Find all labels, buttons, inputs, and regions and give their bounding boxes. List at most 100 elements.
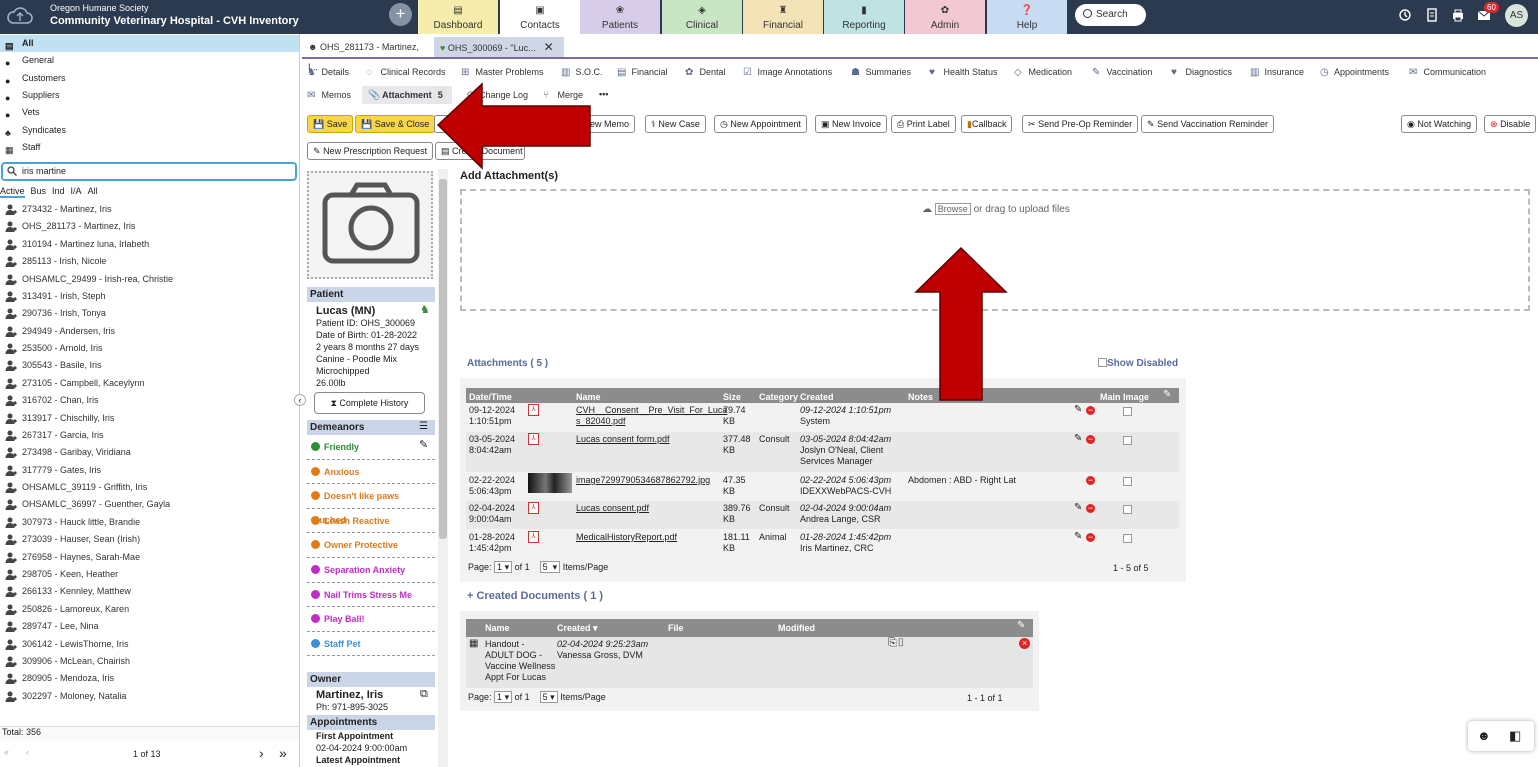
history-icon[interactable]	[1398, 8, 1412, 22]
demeanor-nail-trims-stress-me[interactable]: Nail Trims Stress Me	[307, 583, 435, 608]
list-item[interactable]: 302297 - Moloney, Natalia	[0, 688, 299, 705]
list-item[interactable]: 273498 - Garibay, Viridiana	[0, 444, 299, 461]
nav-tab-patients[interactable]: ❀ Patients	[580, 0, 660, 34]
demeanor-play-ball-[interactable]: Play Ball!	[307, 607, 435, 632]
subnav-image-annotations[interactable]: ☑ Image Annotations	[743, 65, 832, 79]
pdf-file-icon[interactable]: ⎘▯	[888, 637, 905, 650]
list-item[interactable]: 266133 - Kennley, Matthew	[0, 583, 299, 600]
nav-tab-financial[interactable]: ♜ Financial	[743, 0, 823, 34]
list-item[interactable]: 250826 - Lamoreux, Karen	[0, 601, 299, 618]
subnav-clinical-records[interactable]: ◌ Clinical Records	[366, 65, 446, 79]
list-item[interactable]: 310194 - Martinez luna, Irlabeth	[0, 236, 299, 253]
cloud-logo-icon[interactable]	[6, 5, 34, 27]
list-item[interactable]: OHS_281173 - Martinez, Iris	[0, 218, 299, 235]
delete-icon[interactable]: −	[1086, 435, 1095, 444]
subnav-memos[interactable]: ✉ Memos	[307, 88, 351, 102]
subnav-financial[interactable]: ▤ Financial	[617, 65, 668, 79]
list-item[interactable]: 309906 - McLean, Chairish	[0, 653, 299, 670]
list-item[interactable]: OHSAMLC_39119 - Griffith, Iris	[0, 479, 299, 496]
delete-icon[interactable]: −	[1086, 476, 1095, 485]
attachment-link[interactable]: Lucas consent form.pdf	[576, 434, 670, 445]
col-created[interactable]: Created ▾	[557, 619, 598, 637]
list-item[interactable]: 280905 - Mendoza, Iris	[0, 670, 299, 687]
list-item[interactable]: 307973 - Hauck little, Brandie	[0, 514, 299, 531]
edit-columns-icon[interactable]: ✎	[1017, 620, 1025, 631]
created-documents-toggle[interactable]: + Created Documents ( 1 )	[467, 590, 603, 602]
edit-icon[interactable]: ✎	[1074, 433, 1082, 444]
xray-thumbnail[interactable]	[528, 473, 572, 493]
list-item[interactable]: 313491 - Irish, Steph	[0, 288, 299, 305]
main-image-checkbox[interactable]	[1123, 436, 1132, 445]
record-tab-patient[interactable]: ♥ OHS_300069 - "Luc... ✕	[434, 37, 564, 57]
delete-icon[interactable]: −	[1086, 406, 1095, 415]
show-disabled-toggle[interactable]: Show Disabled	[1098, 358, 1178, 369]
created-docs-perpage-select[interactable]: 5 ▾	[539, 691, 558, 703]
demeanor-anxious[interactable]: Anxious	[307, 460, 435, 485]
attachment-link[interactable]: image7299790534687862792.jpg	[576, 475, 710, 486]
last-page-icon[interactable]: »	[279, 745, 287, 761]
callback-button[interactable]: ▮Callback	[961, 115, 1013, 133]
list-item[interactable]: 273432 - Martinez, Iris	[0, 201, 299, 218]
new-prescription-request-button[interactable]: ✎ New Prescription Request	[307, 142, 434, 160]
category-staff[interactable]: ▦ Staff	[0, 139, 299, 156]
list-icon[interactable]: ☰	[419, 421, 428, 432]
list-item[interactable]: 290736 - Irish, Tonya	[0, 305, 299, 322]
panel-toggle-icon[interactable]: ◧	[1509, 728, 1521, 744]
category-suppliers[interactable]: ● Suppliers	[0, 87, 299, 104]
user-avatar[interactable]: AS	[1505, 4, 1528, 27]
browse-button[interactable]: Browse	[934, 203, 971, 215]
list-item[interactable]: 285113 - Irish, Nicole	[0, 253, 299, 270]
filter-active[interactable]: Active	[0, 186, 25, 198]
list-item[interactable]: 289747 - Lee, Nina	[0, 618, 299, 635]
attachment-link[interactable]: MedicalHistoryReport.pdf	[576, 532, 677, 543]
nav-tab-reporting[interactable]: ▮ Reporting	[824, 0, 904, 34]
nav-tab-admin[interactable]: ✿ Admin	[905, 0, 985, 34]
new-appointment-button[interactable]: ◷ New Appointment	[714, 115, 807, 133]
delete-icon[interactable]: −	[1086, 504, 1095, 513]
filter-ind[interactable]: Ind	[52, 186, 65, 196]
list-item[interactable]: OHSAMLC_36997 - Guenther, Gayla	[0, 496, 299, 513]
main-image-checkbox[interactable]	[1123, 534, 1132, 543]
attachment-link[interactable]: Lucas consent.pdf	[576, 503, 649, 514]
subnav-appointments[interactable]: ◷ Appointments	[1320, 65, 1389, 79]
subnav-vaccination[interactable]: ✎ Vaccination	[1092, 65, 1152, 79]
main-image-checkbox[interactable]	[1123, 407, 1132, 416]
category-customers[interactable]: ● Customers	[0, 70, 299, 87]
close-icon[interactable]: ✕	[544, 40, 554, 54]
list-item[interactable]: 298705 - Keen, Heather	[0, 566, 299, 583]
edit-icon[interactable]: ✎	[1074, 404, 1082, 415]
first-page-icon[interactable]: «	[4, 747, 9, 757]
patient-panel-scrollbar[interactable]	[438, 169, 448, 767]
list-item[interactable]: 316702 - Chan, Iris	[0, 392, 299, 409]
demeanor-doesn-t-like-paws-touched[interactable]: Doesn't like paws touched	[307, 484, 435, 525]
subnav-communication[interactable]: ✉ Communication	[1409, 65, 1486, 79]
save-button[interactable]: 💾 Save	[307, 115, 354, 133]
print-icon[interactable]	[1451, 8, 1465, 22]
user-support-icon[interactable]: ☻	[1477, 728, 1491, 743]
complete-history-button[interactable]: ⧗ Complete History	[314, 392, 425, 414]
subnav-medication[interactable]: ◇ Medication	[1014, 65, 1072, 79]
attachment-link[interactable]: CVH__Consent__Pre_Visit_For_Luca s_82040.…	[576, 405, 727, 427]
nav-tab-help[interactable]: ❓ Help	[987, 0, 1067, 34]
more-menu-button[interactable]: •••	[599, 87, 608, 101]
list-item[interactable]: 273105 - Campbell, Kaceylynn	[0, 375, 299, 392]
collapse-sidebar-button[interactable]: ‹	[294, 394, 306, 406]
list-item[interactable]: 305543 - Basile, Iris	[0, 357, 299, 374]
list-item[interactable]: 294949 - Andersen, Iris	[0, 323, 299, 340]
record-tab-client[interactable]: ☻ OHS_281173 - Martinez, I...	[302, 37, 432, 72]
created-docs-page-select[interactable]: 1 ▾	[494, 691, 513, 703]
next-page-icon[interactable]: ›	[259, 745, 264, 761]
filter-all[interactable]: All	[88, 186, 98, 196]
category-all[interactable]: ▤ All	[0, 35, 299, 52]
main-image-checkbox[interactable]	[1123, 505, 1132, 514]
subnav-dental[interactable]: ✿ Dental	[685, 65, 726, 79]
save-close-button[interactable]: 💾 Save & Close	[355, 115, 436, 133]
list-item[interactable]: 253500 - Arnold, Iris	[0, 340, 299, 357]
patient-photo[interactable]	[307, 171, 433, 279]
not-watching-button[interactable]: ◉ Not Watching	[1401, 115, 1478, 133]
category-general[interactable]: ● General	[0, 52, 299, 69]
subnav-diagnostics[interactable]: ♥ Diagnostics	[1171, 65, 1232, 79]
subnav-health-status[interactable]: ♥ Health Status	[929, 65, 998, 79]
attachments-page-select[interactable]: 1 ▾	[494, 561, 513, 573]
show-disabled-checkbox[interactable]	[1098, 358, 1107, 367]
